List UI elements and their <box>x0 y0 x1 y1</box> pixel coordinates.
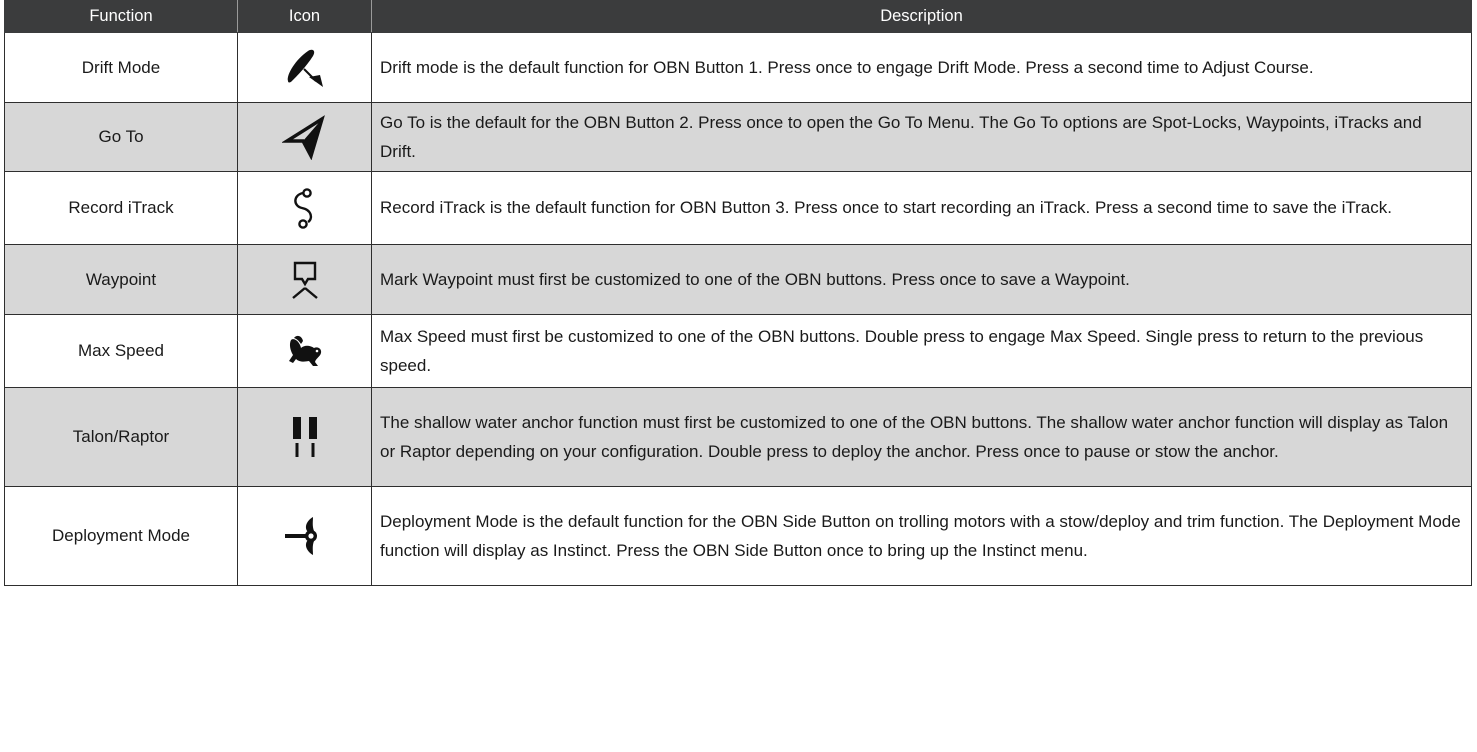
table-row: Waypoint Mark Waypoint must first be cus… <box>4 244 1472 315</box>
function-cell: Talon/Raptor <box>4 387 238 487</box>
deployment-motor-icon <box>282 513 328 559</box>
table-row: Deployment Mode Deployment Mode is the d… <box>4 486 1472 586</box>
table-body: Drift Mode Drift mode is the default fun… <box>4 32 1472 586</box>
shallow-water-anchor-icon <box>282 414 328 460</box>
drift-mode-icon <box>282 45 328 91</box>
table-header: Function Icon Description <box>4 0 1472 33</box>
table-row: Drift Mode Drift mode is the default fun… <box>4 32 1472 103</box>
function-cell: Max Speed <box>4 314 238 388</box>
record-itrack-icon <box>282 185 328 231</box>
table-row: Max Speed Max Speed must first be custom… <box>4 314 1472 388</box>
description-cell: Record iTrack is the default function fo… <box>371 171 1472 245</box>
icon-cell <box>237 486 372 586</box>
icon-cell <box>237 387 372 487</box>
function-cell: Record iTrack <box>4 171 238 245</box>
go-to-arrow-icon <box>281 114 328 160</box>
icon-cell <box>237 102 372 172</box>
header-function: Function <box>4 0 238 33</box>
description-cell: Go To is the default for the OBN Button … <box>371 102 1472 172</box>
function-cell: Waypoint <box>4 244 238 315</box>
description-cell: Max Speed must first be customized to on… <box>371 314 1472 388</box>
description-cell: Deployment Mode is the default function … <box>371 486 1472 586</box>
rabbit-icon <box>282 328 328 374</box>
obn-function-table-container: Function Icon Description Drift Mode Dri… <box>4 0 1472 586</box>
function-cell: Deployment Mode <box>4 486 238 586</box>
waypoint-icon <box>282 257 328 303</box>
icon-cell <box>237 314 372 388</box>
description-cell: Drift mode is the default function for O… <box>371 32 1472 103</box>
icon-cell <box>237 244 372 315</box>
function-cell: Drift Mode <box>4 32 238 103</box>
icon-cell <box>237 32 372 103</box>
description-cell: The shallow water anchor function must f… <box>371 387 1472 487</box>
header-description: Description <box>371 0 1472 33</box>
table-row: Record iTrack Record iTrack is the defau… <box>4 171 1472 245</box>
icon-cell <box>237 171 372 245</box>
table-row: Talon/Raptor The shallow water anchor fu… <box>4 387 1472 487</box>
header-icon: Icon <box>237 0 372 33</box>
obn-function-table: Function Icon Description Drift Mode Dri… <box>4 0 1472 586</box>
function-cell: Go To <box>4 102 238 172</box>
description-cell: Mark Waypoint must first be customized t… <box>371 244 1472 315</box>
table-row: Go To Go To is the default for the OBN B… <box>4 102 1472 172</box>
header-row: Function Icon Description <box>4 0 1472 33</box>
